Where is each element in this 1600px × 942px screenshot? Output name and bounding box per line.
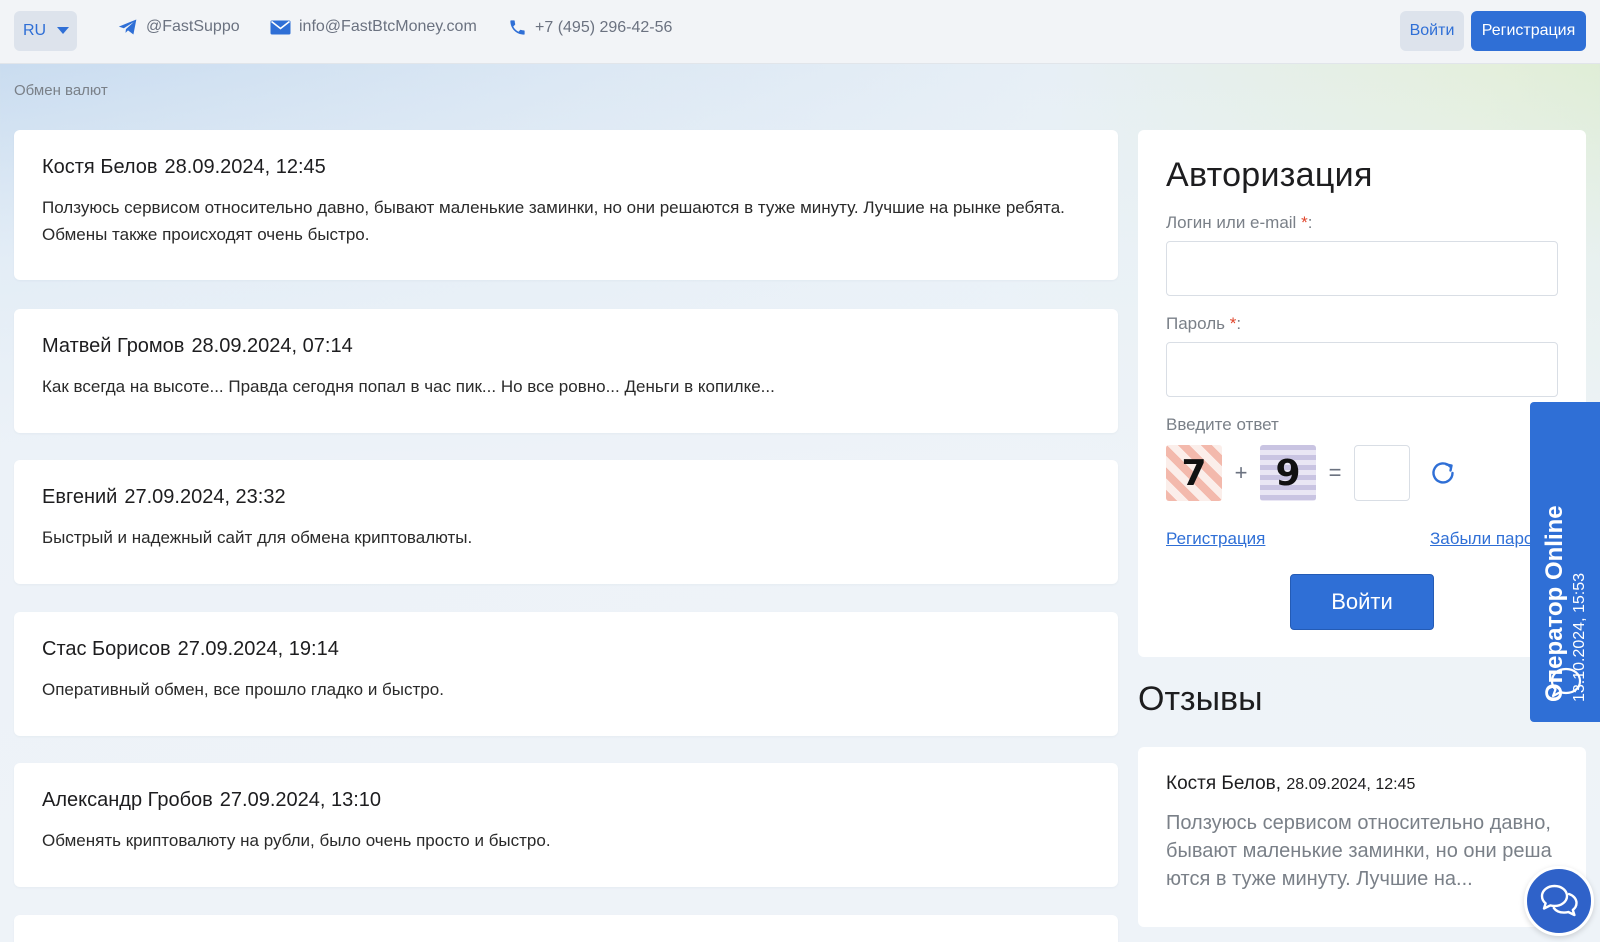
email-address: info@FastBtcMoney.com [299, 18, 477, 35]
language-selector[interactable]: RU [14, 11, 77, 51]
review-text: Обменять криптовалюту на рубли, было оче… [42, 831, 551, 850]
login-input[interactable] [1166, 241, 1558, 296]
reviews-section-title: Отзывы [1138, 680, 1263, 718]
side-review-header: Костя Белов, 28.09.2024, 12:45 [1166, 773, 1558, 795]
login-label-text: Логин или e-mail [1166, 213, 1297, 232]
live-chat-button[interactable] [1524, 866, 1594, 936]
review-author: Александр Гробов [42, 789, 213, 811]
review-author: Матвей Громов [42, 335, 185, 357]
auth-panel: Авторизация Логин или e-mail *: Пароль *… [1138, 130, 1586, 657]
side-review-author: Костя Белов, [1166, 773, 1282, 794]
refresh-icon[interactable] [1428, 458, 1458, 488]
register-link[interactable]: Регистрация [1166, 529, 1265, 549]
password-label: Пароль *: [1166, 314, 1558, 334]
operator-online-tab[interactable]: Оператор Online 13.10.2024, 15:53 [1530, 402, 1600, 722]
review-header: Александр Гробов 27.09.2024, 13:10 [42, 789, 1090, 812]
breadcrumb[interactable]: Обмен валют [14, 82, 108, 99]
telegram-handle: @FastSuppo [146, 18, 240, 35]
captcha-digit-b: 9 [1260, 445, 1316, 501]
captcha-row: 7 + 9 = [1166, 445, 1558, 501]
login-label: Логин или e-mail *: [1166, 213, 1558, 233]
review-card: Матвей Громов 28.09.2024, 07:14 Как всег… [14, 309, 1118, 433]
review-card: Стас Борисов 27.09.2024, 19:14 Оперативн… [14, 612, 1118, 736]
captcha-label: Введите ответ [1166, 415, 1279, 434]
required-mark: * [1301, 213, 1308, 232]
review-date: 27.09.2024, 19:14 [177, 638, 339, 660]
top-bar: RU @FastSuppo info@FastBtcMoney.com +7 (… [0, 0, 1600, 64]
side-review-date: 28.09.2024, 12:45 [1286, 776, 1416, 793]
password-input[interactable] [1166, 342, 1558, 397]
telegram-contact[interactable]: @FastSuppo [118, 18, 240, 36]
review-text: Как всегда на высоте... Правда сегодня п… [42, 377, 775, 396]
review-card: Евгений 27.09.2024, 23:32 Быстрый и наде… [14, 460, 1118, 584]
review-card: Александр Гробов 27.09.2024, 13:10 Обмен… [14, 763, 1118, 887]
telegram-icon [118, 19, 137, 35]
review-date: 27.09.2024, 13:10 [219, 789, 382, 811]
review-header: Костя Белов 28.09.2024, 12:45 [42, 156, 1090, 179]
label-colon: : [1236, 314, 1242, 333]
auth-title: Авторизация [1166, 156, 1373, 194]
review-card [14, 915, 1118, 942]
review-text: Ползуюсь сервисом относительно давно, бы… [42, 198, 1065, 244]
side-review-card[interactable]: Костя Белов, 28.09.2024, 12:45 Ползуюсь … [1138, 747, 1586, 927]
captcha-plus: + [1234, 460, 1248, 485]
phone-number: +7 (495) 296-42-56 [535, 18, 673, 36]
review-header: Евгений 27.09.2024, 23:32 [42, 486, 1090, 509]
review-date: 28.09.2024, 07:14 [191, 335, 353, 357]
chevron-down-icon [57, 27, 69, 34]
chat-bubbles-icon [1540, 884, 1578, 917]
header-login-button[interactable]: Войти [1400, 11, 1464, 51]
side-review-text: Ползуюсь сервисом относительно давно, бы… [1166, 812, 1552, 890]
chat-icon [1550, 667, 1582, 698]
header-register-button[interactable]: Регистрация [1471, 11, 1586, 51]
review-header: Стас Борисов 27.09.2024, 19:14 [42, 638, 1090, 661]
operator-date: 13.10.2024, 15:53 [1571, 572, 1588, 702]
phone-icon [510, 20, 525, 35]
auth-links: Регистрация Забыли пароль? [1166, 529, 1561, 553]
review-text: Быстрый и надежный сайт для обмена крипт… [42, 528, 473, 547]
review-card: Костя Белов 28.09.2024, 12:45 Ползуюсь с… [14, 130, 1118, 280]
captcha-answer-input[interactable] [1354, 445, 1410, 501]
captcha-digit-a: 7 [1166, 445, 1222, 501]
label-colon: : [1307, 213, 1313, 232]
review-date: 27.09.2024, 23:32 [124, 486, 286, 508]
review-text: Оперативный обмен, все прошло гладко и б… [42, 680, 444, 699]
review-date: 28.09.2024, 12:45 [164, 156, 326, 178]
review-author: Евгений [42, 486, 118, 508]
review-author: Костя Белов [42, 156, 158, 178]
mail-icon [270, 20, 291, 34]
operator-title: Оператор Online [1541, 505, 1568, 702]
review-author: Стас Борисов [42, 638, 171, 660]
login-submit-button[interactable]: Войти [1290, 574, 1434, 630]
captcha-equals: = [1328, 460, 1342, 485]
email-contact[interactable]: info@FastBtcMoney.com [270, 18, 477, 36]
phone-contact[interactable]: +7 (495) 296-42-56 [508, 18, 672, 37]
review-header: Матвей Громов 28.09.2024, 07:14 [42, 335, 1090, 358]
operator-label: Оператор Online 13.10.2024, 15:53 [1541, 402, 1589, 702]
password-label-text: Пароль [1166, 314, 1225, 333]
language-value: RU [23, 22, 47, 39]
